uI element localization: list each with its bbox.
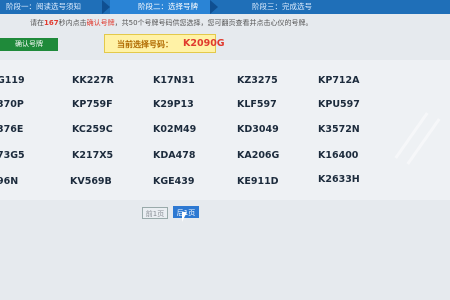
plate-option[interactable]: KE911D (237, 176, 279, 187)
plate-option[interactable]: KGE439 (153, 176, 194, 187)
countdown-seconds: 167 (44, 19, 59, 27)
plate-option[interactable]: KK227R (72, 75, 114, 86)
plate-option[interactable]: KPU597 (318, 99, 360, 110)
plate-option[interactable]: K17N31 (153, 75, 195, 86)
plate-option[interactable]: K2633H (318, 174, 360, 185)
plate-option[interactable]: KP759F (72, 99, 113, 110)
instruction-suffix: ，共50个号牌号码供您选择，您可翻页查看并点击心仪的号牌。 (114, 19, 313, 27)
plate-option[interactable]: G119 (0, 75, 25, 86)
instruction-prefix: 请在 (30, 19, 44, 27)
mouse-cursor-icon (182, 212, 192, 222)
step-bar: 阶段一：阅读选号须知 阶段二：选择号牌 阶段三：完成选号 (0, 0, 450, 14)
instruction-middle: 秒内点击 (58, 19, 87, 27)
plate-option[interactable]: KC259C (72, 124, 113, 135)
current-selection-box: 当前选择号码： K2090G (104, 34, 225, 53)
plate-option[interactable]: KDA478 (153, 150, 195, 161)
plate-option[interactable]: 376E (0, 124, 23, 135)
plate-option[interactable]: 96N (0, 176, 18, 187)
current-selection-label: 当前选择号码： (117, 40, 173, 49)
plate-option[interactable]: 370P (0, 99, 24, 110)
previous-page-button[interactable]: 前1页 (142, 207, 168, 219)
step-arrow-2 (210, 0, 218, 14)
current-selection-value: K2090G (183, 38, 225, 49)
step-3-label: 阶段三：完成选号 (252, 2, 312, 11)
plate-option[interactable]: K29P13 (153, 99, 194, 110)
plate-option[interactable]: K3572N (318, 124, 360, 135)
plate-option[interactable]: KP712A (318, 75, 360, 86)
plate-option[interactable]: KZ3275 (237, 75, 278, 86)
plate-option[interactable]: K16400 (318, 150, 358, 161)
plate-option[interactable]: K217X5 (72, 150, 113, 161)
plate-option[interactable]: KV569B (70, 176, 112, 187)
plate-grid: G119 KK227R K17N31 KZ3275 KP712A 370P KP… (0, 60, 450, 200)
plate-option[interactable]: KLF597 (237, 99, 277, 110)
instruction-link-text: 确认号牌 (86, 19, 115, 27)
step-1-label: 阶段一：阅读选号须知 (6, 2, 81, 11)
plate-option[interactable]: 73G5 (0, 150, 25, 161)
instruction-text: 请在167秒内点击确认号牌，共50个号牌号码供您选择，您可翻页查看并点击心仪的号… (30, 18, 313, 28)
step-2-label: 阶段二：选择号牌 (138, 2, 198, 11)
confirm-plate-button[interactable]: 确认号牌 (0, 38, 58, 51)
plate-option[interactable]: K02M49 (153, 124, 196, 135)
step-arrow-1 (102, 0, 110, 14)
plate-option[interactable]: KA206G (237, 150, 279, 161)
plate-option[interactable]: KD3049 (237, 124, 279, 135)
